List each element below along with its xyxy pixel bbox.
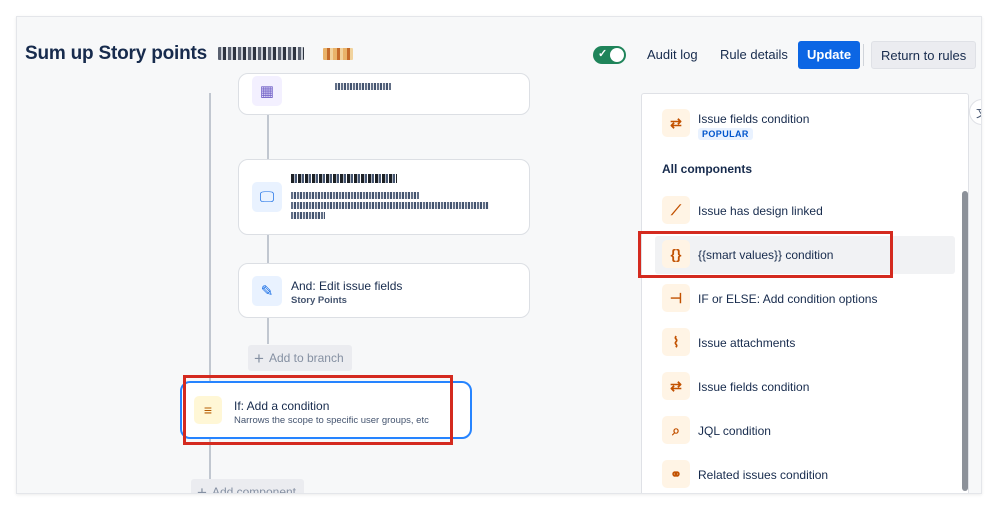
redacted-text xyxy=(291,192,419,199)
component-picker-panel: ⇄ Issue fields condition POPULAR All com… xyxy=(641,93,969,493)
add-component-label: Add component xyxy=(211,485,296,494)
redacted-text xyxy=(335,83,391,90)
design-link-icon: ⟋ xyxy=(662,196,690,224)
update-button[interactable]: Update xyxy=(798,41,861,69)
component-item[interactable]: ⌕ JQL condition xyxy=(655,412,955,450)
pencil-icon: ✎ xyxy=(252,276,282,306)
redacted-tag xyxy=(323,47,354,60)
component-item-popular[interactable]: ⇄ Issue fields condition POPULAR xyxy=(655,102,955,146)
component-item[interactable]: ⟋ Issue has design linked xyxy=(655,192,955,230)
redacted-text xyxy=(291,212,325,219)
redacted-text xyxy=(291,202,489,209)
component-card-redacted[interactable]: 🖵 xyxy=(238,159,530,235)
toggle-knob xyxy=(610,48,624,62)
component-label: Issue fields condition xyxy=(698,380,810,394)
add-to-branch-button[interactable]: + Add to branch xyxy=(248,345,352,371)
rule-details-button[interactable]: Rule details xyxy=(711,41,797,69)
component-item[interactable]: ⚭ Related issues condition xyxy=(655,456,955,493)
component-icon: ▦ xyxy=(252,76,282,106)
rule-title[interactable]: Sum up Story points xyxy=(25,43,354,65)
add-component-button[interactable]: + Add component xyxy=(191,479,304,494)
card-subtitle: Story Points xyxy=(291,295,347,306)
card-title: And: Edit issue fields xyxy=(291,279,403,293)
search-icon: ⌕ xyxy=(662,416,690,444)
paperclip-icon: ⌇ xyxy=(662,328,690,356)
redacted-title xyxy=(291,174,397,183)
highlight-box xyxy=(183,375,453,445)
component-card-partial[interactable]: ▦ xyxy=(238,73,530,115)
shuffle-icon: ⇄ xyxy=(662,109,690,137)
component-item[interactable]: ⇄ Issue fields condition xyxy=(655,368,955,406)
shuffle-icon: ⇄ xyxy=(662,372,690,400)
panel-scrollbar[interactable] xyxy=(962,191,968,491)
branch-connector-line xyxy=(267,235,269,263)
component-label: Issue fields condition xyxy=(698,112,810,126)
rule-editor-window: Sum up Story points ✓ Audit log Rule det… xyxy=(16,16,982,494)
component-label: JQL condition xyxy=(698,424,771,438)
main-connector-line xyxy=(209,439,211,479)
plus-icon: + xyxy=(197,482,207,494)
header-divider xyxy=(863,44,864,66)
component-label: IF or ELSE: Add condition options xyxy=(698,292,878,306)
highlight-box xyxy=(638,231,893,278)
branch-connector-line xyxy=(267,318,269,344)
monitor-icon: 🖵 xyxy=(252,182,282,212)
component-label: Related issues condition xyxy=(698,468,829,482)
section-title: All components xyxy=(662,162,753,176)
check-icon: ✓ xyxy=(598,48,608,60)
branch-connector-line xyxy=(267,113,269,159)
branch-icon: ⊣ xyxy=(662,284,690,312)
component-item[interactable]: ⊣ IF or ELSE: Add condition options xyxy=(655,280,955,318)
plus-icon: + xyxy=(254,348,264,368)
redacted-title-suffix xyxy=(218,47,305,61)
popular-badge: POPULAR xyxy=(698,128,753,140)
rule-canvas: ▦ 🖵 ✎ And: Edit issue fields Story Point… xyxy=(17,73,641,494)
rule-enabled-toggle[interactable]: ✓ xyxy=(593,46,626,64)
rule-title-text: Sum up Story points xyxy=(25,43,207,64)
translate-icon[interactable]: 文 xyxy=(969,99,981,125)
component-item[interactable]: ⌇ Issue attachments xyxy=(655,324,955,362)
component-label: Issue has design linked xyxy=(698,204,823,218)
return-to-rules-button[interactable]: Return to rules xyxy=(871,41,977,69)
link-icon: ⚭ xyxy=(662,460,690,488)
component-label: Issue attachments xyxy=(698,336,796,350)
main-connector-line xyxy=(209,93,211,393)
audit-log-button[interactable]: Audit log xyxy=(638,41,707,69)
add-to-branch-label: Add to branch xyxy=(268,351,344,365)
edit-issue-fields-card[interactable]: ✎ And: Edit issue fields Story Points xyxy=(238,263,530,318)
